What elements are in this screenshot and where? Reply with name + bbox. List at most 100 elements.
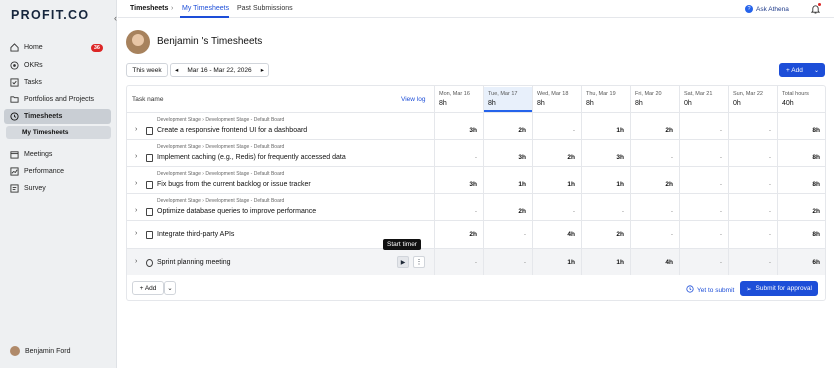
sidebar-item-survey[interactable]: Survey [4,181,111,196]
logo[interactable]: PROFIT.CO [11,8,89,22]
hours-cell[interactable]: 4h [630,259,679,266]
task-icon [146,181,153,189]
table-row[interactable]: › Development Stage › Development Stage -… [127,193,825,220]
add-button[interactable]: + Add ⌄ [779,63,825,77]
chevron-right-icon[interactable]: ▸ [261,66,264,74]
hours-cell[interactable]: - [728,208,777,215]
more-options-icon[interactable]: ⋮ [413,256,425,268]
hours-cell[interactable]: - [434,208,483,215]
calendar-icon [10,150,19,159]
hours-cell[interactable]: - [630,154,679,161]
hours-cell[interactable]: 2h [581,231,630,238]
sidebar-item-tasks[interactable]: Tasks [4,75,111,90]
expand-chevron-icon[interactable]: › [135,126,137,133]
sidebar-item-timesheets[interactable]: Timesheets [4,109,111,124]
hours-cell[interactable]: - [679,208,728,215]
sidebar-item-performance[interactable]: Performance [4,164,111,179]
view-log-link[interactable]: View log [401,96,425,103]
expand-chevron-icon[interactable]: › [135,258,137,265]
hours-cell[interactable]: - [532,127,581,134]
hours-cell[interactable]: - [581,208,630,215]
collapse-sidebar-icon[interactable]: ‹ [114,13,117,23]
user-profile[interactable]: Benjamin Ford [10,346,71,356]
date-range-selector[interactable]: ◂ Mar 16 - Mar 22, 2026 ▸ [170,63,269,77]
sidebar-item-home[interactable]: Home 36 [4,40,111,55]
hours-cell[interactable]: 3h [434,181,483,188]
sidebar-item-my-timesheets[interactable]: My Timesheets [6,126,111,139]
column-divider [532,86,533,275]
table-row[interactable]: › Development Stage › Development Stage -… [127,112,825,139]
chevron-left-icon[interactable]: ◂ [175,66,178,74]
column-divider [630,86,631,275]
hours-cell[interactable]: 3h [434,127,483,134]
tab-past-submissions[interactable]: Past Submissions [237,5,293,12]
hours-cell[interactable]: - [679,259,728,266]
hours-cell[interactable]: 1h [581,259,630,266]
play-icon[interactable]: ▶ [397,256,409,268]
hours-cell[interactable]: - [630,231,679,238]
chevron-down-icon[interactable]: ⌄ [164,281,176,295]
expand-chevron-icon[interactable]: › [135,153,137,160]
chevron-down-icon[interactable]: ⌄ [814,67,819,74]
hours-cell[interactable]: 4h [532,231,581,238]
breadcrumb[interactable]: Timesheets [130,5,168,12]
help-icon: ? [745,5,753,13]
task-name[interactable]: Implement caching (e.g., Redis) for freq… [157,154,346,161]
tab-my-timesheets[interactable]: My Timesheets [182,5,229,12]
hours-cell[interactable]: - [630,208,679,215]
sidebar-item-label: Performance [24,168,65,175]
ask-athena-label: Ask Athena [756,5,789,13]
ask-athena-button[interactable]: ? Ask Athena [745,5,789,13]
hours-cell[interactable]: 2h [630,181,679,188]
hours-cell[interactable]: - [728,259,777,266]
task-name[interactable]: Sprint planning meeting [157,259,231,266]
this-week-button[interactable]: This week [126,63,168,77]
table-row[interactable]: › Integrate third-party APIs 2h -4h 2h - - -8h [127,220,825,248]
hours-cell[interactable]: - [728,231,777,238]
hours-cell[interactable]: 2h [434,231,483,238]
hours-cell[interactable]: - [728,154,777,161]
hours-cell[interactable]: 3h [581,154,630,161]
column-header: Mon, Mar 16 8h [434,87,483,112]
hours-cell[interactable]: 2h [483,127,532,134]
sidebar-item-portfolios[interactable]: Portfolios and Projects [4,92,111,107]
task-name[interactable]: Optimize database queries to improve per… [157,208,316,215]
hours-cell[interactable]: - [679,231,728,238]
hours-cell[interactable]: - [434,154,483,161]
hours-cell[interactable]: 3h [483,154,532,161]
hours-cell[interactable]: - [532,208,581,215]
hours-cell[interactable]: - [483,231,532,238]
submit-for-approval-button[interactable]: ➢ Submit for approval [740,281,818,296]
hours-cell[interactable]: - [728,181,777,188]
hours-cell[interactable]: 2h [532,154,581,161]
hours-cell[interactable]: - [434,259,483,266]
sidebar-item-okrs[interactable]: OKRs [4,58,111,73]
task-name[interactable]: Fix bugs from the current backlog or iss… [157,181,311,188]
row-total-cell: 8h [812,154,820,161]
sidebar-item-label: Survey [24,185,46,192]
start-timer-tooltip: Start timer [383,239,421,250]
hours-cell[interactable]: 2h [630,127,679,134]
hours-cell[interactable]: - [728,127,777,134]
hours-cell[interactable]: 1h [532,259,581,266]
table-row[interactable]: › Sprint planning meeting - -1h 1h 4h - -6h [127,248,825,275]
hours-cell[interactable]: - [679,181,728,188]
add-task-button[interactable]: + Add [132,281,164,295]
expand-chevron-icon[interactable]: › [135,207,137,214]
hours-cell[interactable]: 1h [483,181,532,188]
expand-chevron-icon[interactable]: › [135,230,137,237]
hours-cell[interactable]: - [679,127,728,134]
task-name[interactable]: Create a responsive frontend UI for a da… [157,127,307,134]
hours-cell[interactable]: 2h [483,208,532,215]
hours-cell[interactable]: 1h [581,181,630,188]
hours-cell[interactable]: 1h [532,181,581,188]
hours-cell[interactable]: 1h [581,127,630,134]
table-row[interactable]: › Development Stage › Development Stage -… [127,166,825,193]
task-name[interactable]: Integrate third-party APIs [157,231,234,238]
hours-cell[interactable]: - [483,259,532,266]
table-row[interactable]: › Development Stage › Development Stage -… [127,139,825,166]
sidebar: PROFIT.CO ‹ Home 36 OKRs Tasks Portfolio… [0,0,117,368]
expand-chevron-icon[interactable]: › [135,180,137,187]
sidebar-item-meetings[interactable]: Meetings [4,147,111,162]
hours-cell[interactable]: - [679,154,728,161]
